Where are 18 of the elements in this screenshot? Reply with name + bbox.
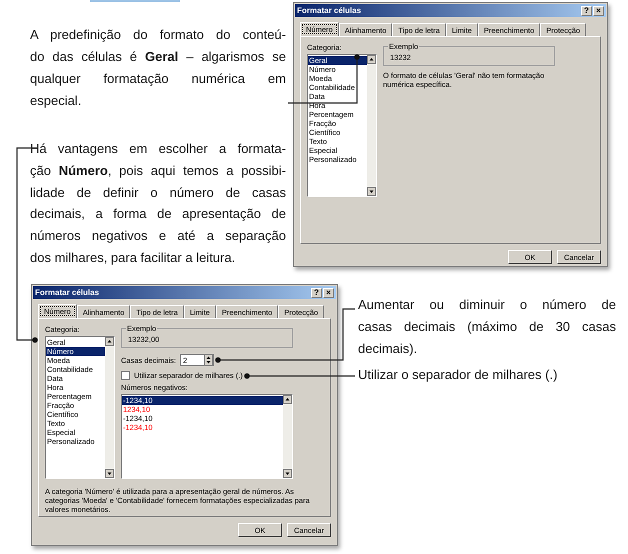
scroll-down-icon[interactable]	[367, 187, 376, 196]
callout-paragraph: Utilizar o separador de milhares (.)	[358, 366, 558, 384]
window-title: Formatar células	[297, 6, 362, 15]
close-button[interactable]: ×	[323, 288, 334, 298]
help-button[interactable]: ?	[311, 288, 322, 298]
callout-paragraph: A predefinição do formato do conteú- do das células é Geral – algarismos se qualquer formatação numérica em especial.	[30, 26, 286, 110]
window-title: Formatar células	[35, 288, 100, 297]
spin-arrows-icon[interactable]	[204, 354, 214, 366]
checkbox[interactable]	[121, 371, 130, 380]
scroll-up-icon[interactable]	[105, 337, 114, 346]
leader-line	[288, 54, 360, 104]
scroll-down-icon[interactable]	[105, 469, 114, 478]
callout-paragraph: Aumentar ou diminuir o número de casas decimais (máximo de 30 casas decimais).	[358, 296, 616, 358]
scroll-down-icon[interactable]	[283, 469, 292, 478]
help-button[interactable]: ?	[581, 6, 592, 16]
close-button[interactable]: ×	[593, 6, 604, 16]
scroll-up-icon[interactable]	[283, 395, 292, 404]
scroll-up-icon[interactable]	[367, 55, 376, 64]
